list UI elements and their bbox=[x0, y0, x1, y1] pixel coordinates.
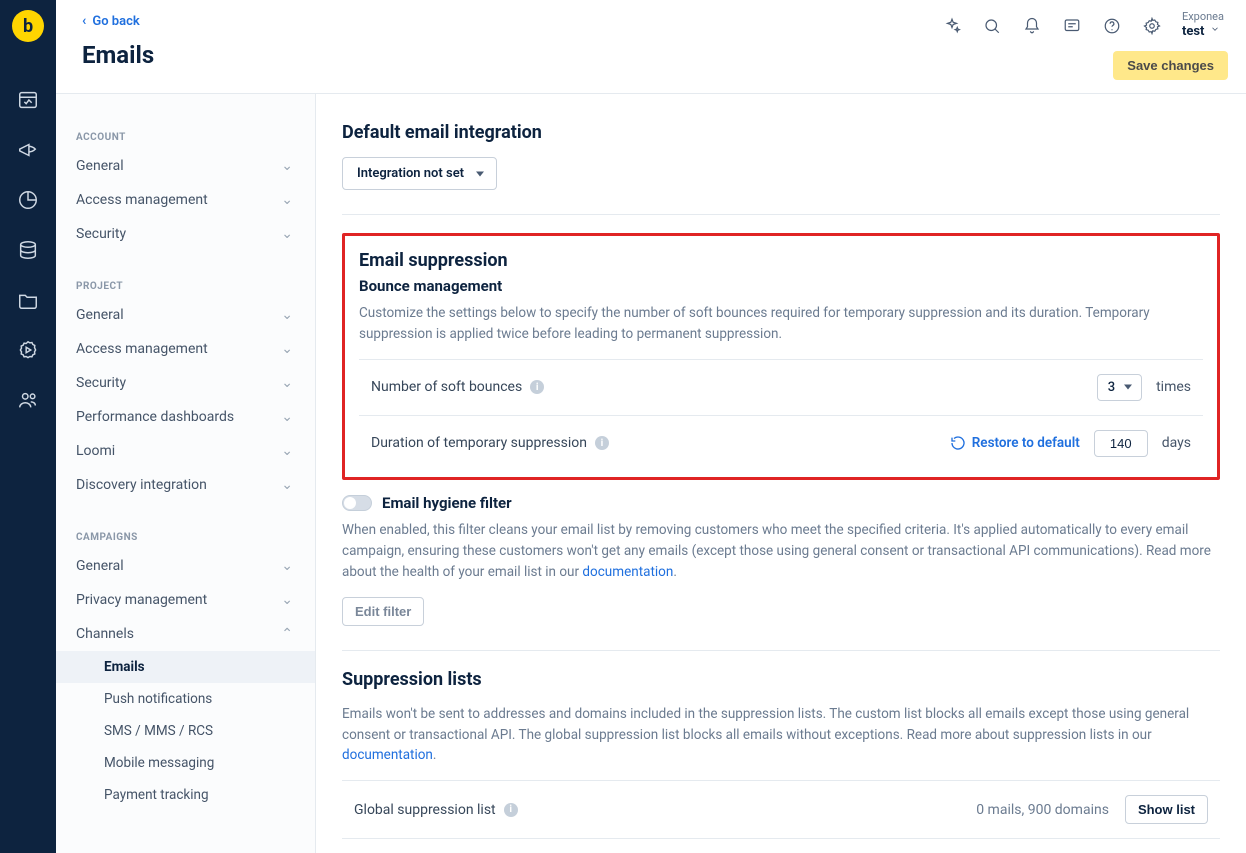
info-icon[interactable]: i bbox=[595, 436, 609, 450]
integration-dropdown[interactable]: Integration not set bbox=[342, 157, 497, 190]
project-name: test bbox=[1182, 24, 1205, 41]
top-icons: Exponea test bbox=[942, 10, 1228, 41]
help-icon[interactable] bbox=[1102, 16, 1122, 36]
sidebar-sub-payment[interactable]: Payment tracking bbox=[56, 779, 315, 811]
hygiene-doc-link[interactable]: documentation bbox=[582, 564, 673, 580]
sidebar-section-account: ACCOUNT bbox=[56, 120, 315, 149]
sidebar-item-privacy[interactable]: Privacy management ⌄ bbox=[56, 583, 315, 617]
database-icon[interactable] bbox=[16, 238, 40, 262]
divider bbox=[342, 214, 1220, 215]
sparkle-icon[interactable] bbox=[942, 16, 962, 36]
sidebar-item-account-access[interactable]: Access management ⌄ bbox=[56, 183, 315, 217]
soft-bounces-label: Number of soft bounces bbox=[371, 379, 522, 395]
gear-icon[interactable] bbox=[1142, 16, 1162, 36]
sidebar-item-discovery[interactable]: Discovery integration ⌄ bbox=[56, 468, 315, 502]
chevron-down-icon: ⌄ bbox=[281, 307, 293, 323]
divider bbox=[342, 650, 1220, 651]
chevron-down-icon: ⌄ bbox=[281, 341, 293, 357]
search-icon[interactable] bbox=[982, 16, 1002, 36]
analytics-icon[interactable] bbox=[16, 188, 40, 212]
sidebar-item-project-general[interactable]: General ⌄ bbox=[56, 298, 315, 332]
page-title: Emails bbox=[82, 41, 154, 69]
lists-title: Suppression lists bbox=[342, 669, 1220, 690]
go-back-label: Go back bbox=[92, 14, 139, 29]
chevron-down-icon: ⌄ bbox=[281, 592, 293, 608]
sidebar-item-performance[interactable]: Performance dashboards ⌄ bbox=[56, 400, 315, 434]
chevron-down-icon: ⌄ bbox=[281, 158, 293, 174]
nav-rail: b bbox=[0, 0, 56, 853]
duration-row: Duration of temporary suppression i Rest… bbox=[359, 415, 1203, 471]
project-org: Exponea bbox=[1182, 10, 1224, 24]
chevron-down-icon: ⌄ bbox=[281, 409, 293, 425]
chevron-down-icon: ⌄ bbox=[281, 192, 293, 208]
chevron-up-icon: ⌃ bbox=[281, 626, 293, 642]
folder-icon[interactable] bbox=[16, 288, 40, 312]
hygiene-toggle-row: Email hygiene filter bbox=[342, 494, 1220, 512]
settings-sidebar: ACCOUNT General ⌄ Access management ⌄ Se… bbox=[56, 94, 316, 853]
play-settings-icon[interactable] bbox=[16, 338, 40, 362]
edit-filter-button[interactable]: Edit filter bbox=[342, 597, 424, 626]
soft-bounces-unit: times bbox=[1156, 379, 1191, 395]
sidebar-sub-emails[interactable]: Emails bbox=[56, 651, 315, 683]
sidebar-section-campaigns: CAMPAIGNS bbox=[56, 520, 315, 549]
integration-title: Default email integration bbox=[342, 122, 1220, 143]
hygiene-desc: When enabled, this filter cleans your em… bbox=[342, 520, 1220, 583]
chat-icon[interactable] bbox=[1062, 16, 1082, 36]
chevron-down-icon bbox=[1210, 23, 1220, 40]
chevron-down-icon: ⌄ bbox=[281, 477, 293, 493]
lists-desc: Emails won't be sent to addresses and do… bbox=[342, 704, 1220, 767]
sidebar-item-campaigns-general[interactable]: General ⌄ bbox=[56, 549, 315, 583]
chevron-down-icon: ⌄ bbox=[281, 443, 293, 459]
sidebar-sub-sms[interactable]: SMS / MMS / RCS bbox=[56, 715, 315, 747]
sidebar-sub-mobile[interactable]: Mobile messaging bbox=[56, 747, 315, 779]
global-list-stats: 0 mails, 900 domains bbox=[976, 802, 1109, 818]
chevron-down-icon: ⌄ bbox=[281, 226, 293, 242]
lists-doc-link[interactable]: documentation bbox=[342, 747, 433, 763]
show-list-button[interactable]: Show list bbox=[1125, 795, 1208, 824]
top-header: ‹ Go back Emails bbox=[56, 0, 1246, 94]
sidebar-item-account-general[interactable]: General ⌄ bbox=[56, 149, 315, 183]
suppression-title: Email suppression bbox=[359, 250, 1203, 271]
global-list-label: Global suppression list bbox=[354, 802, 496, 818]
suppression-highlight-box: Email suppression Bounce management Cust… bbox=[342, 233, 1220, 480]
save-button[interactable]: Save changes bbox=[1113, 51, 1228, 80]
duration-label: Duration of temporary suppression bbox=[371, 435, 587, 451]
sidebar-item-channels[interactable]: Channels ⌃ bbox=[56, 617, 315, 651]
dashboard-icon[interactable] bbox=[16, 88, 40, 112]
project-switch[interactable]: Exponea test bbox=[1182, 10, 1228, 41]
sidebar-item-account-security[interactable]: Security ⌄ bbox=[56, 217, 315, 251]
hygiene-toggle[interactable] bbox=[342, 495, 372, 511]
info-icon[interactable]: i bbox=[504, 803, 518, 817]
content-pane: Default email integration Integration no… bbox=[316, 94, 1246, 853]
global-list-row: Global suppression list i 0 mails, 900 d… bbox=[342, 780, 1220, 838]
sidebar-item-loomi[interactable]: Loomi ⌄ bbox=[56, 434, 315, 468]
bounce-desc: Customize the settings below to specify … bbox=[359, 303, 1203, 345]
duration-input[interactable] bbox=[1094, 430, 1148, 457]
hygiene-title: Email hygiene filter bbox=[382, 494, 512, 512]
custom-list-row: Custom suppression list No emails or dom… bbox=[342, 838, 1220, 853]
bell-icon[interactable] bbox=[1022, 16, 1042, 36]
sidebar-item-project-security[interactable]: Security ⌄ bbox=[56, 366, 315, 400]
sidebar-item-project-access[interactable]: Access management ⌄ bbox=[56, 332, 315, 366]
soft-bounces-select[interactable]: 3 bbox=[1097, 374, 1142, 401]
restore-default-link[interactable]: Restore to default bbox=[950, 435, 1080, 451]
chevron-down-icon: ⌄ bbox=[281, 558, 293, 574]
chevron-left-icon: ‹ bbox=[82, 14, 86, 28]
bounce-title: Bounce management bbox=[359, 277, 1203, 295]
go-back-link[interactable]: ‹ Go back bbox=[82, 14, 140, 29]
info-icon[interactable]: i bbox=[530, 380, 544, 394]
sidebar-section-project: PROJECT bbox=[56, 269, 315, 298]
sidebar-sub-push[interactable]: Push notifications bbox=[56, 683, 315, 715]
brand-logo[interactable]: b bbox=[12, 10, 44, 42]
megaphone-icon[interactable] bbox=[16, 138, 40, 162]
soft-bounces-row: Number of soft bounces i 3 times bbox=[359, 359, 1203, 415]
duration-unit: days bbox=[1162, 435, 1191, 451]
undo-icon bbox=[950, 435, 966, 451]
users-icon[interactable] bbox=[16, 388, 40, 412]
chevron-down-icon: ⌄ bbox=[281, 375, 293, 391]
